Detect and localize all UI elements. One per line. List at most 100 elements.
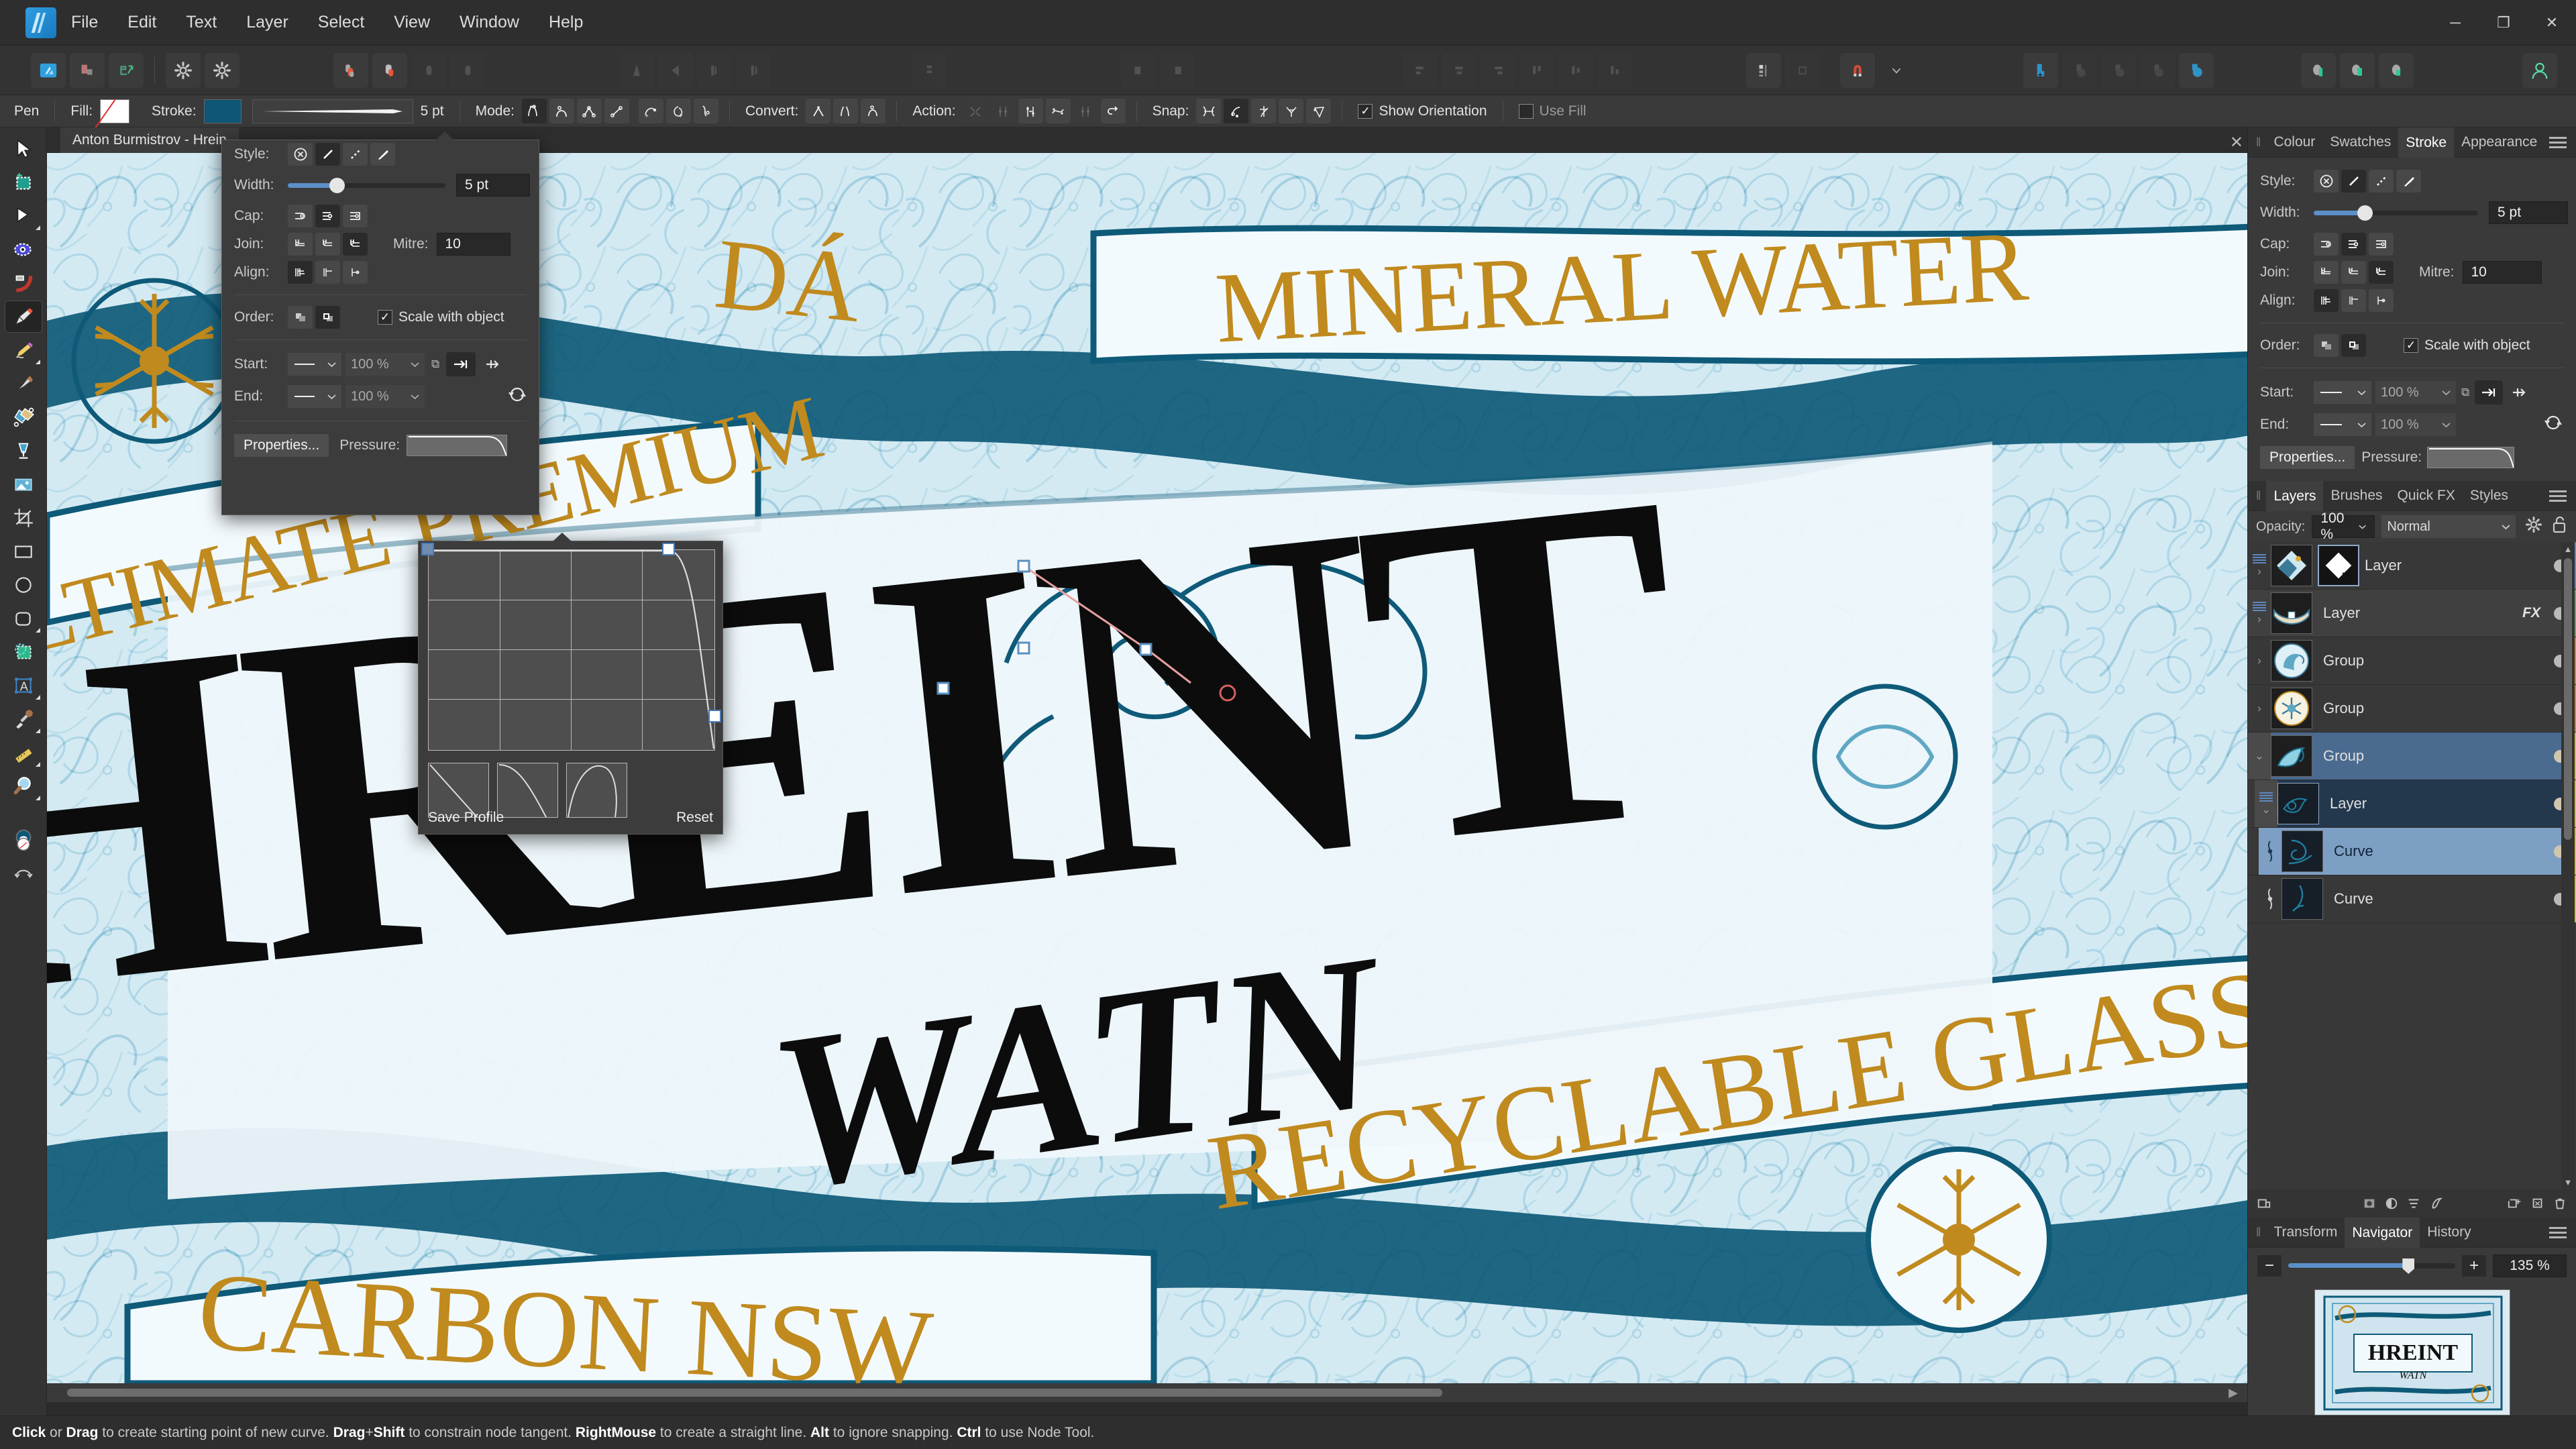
dock-align-outside-icon[interactable] xyxy=(2369,289,2394,312)
expander-arrow[interactable]: › xyxy=(2257,654,2261,667)
dashed-stroke-icon[interactable] xyxy=(343,143,368,166)
dock-butt-cap-icon[interactable] xyxy=(2314,233,2339,256)
layers-panel-menu-icon[interactable] xyxy=(2549,488,2567,504)
rounded-rectangle-tool[interactable] xyxy=(5,602,42,635)
popup-width-value[interactable]: 5 pt xyxy=(456,174,530,197)
navigator-panel-grip[interactable]: ‖ xyxy=(2248,1226,2266,1240)
dock-stroke-behind-icon[interactable] xyxy=(2314,334,2339,357)
layer-expander[interactable]: › xyxy=(2248,685,2271,732)
close-document-button[interactable]: ✕ xyxy=(2230,133,2243,152)
dock-pressure-preview[interactable] xyxy=(2427,447,2514,468)
dock-round-join-icon[interactable] xyxy=(2341,261,2366,284)
move-tool[interactable] xyxy=(5,133,42,165)
menu-select[interactable]: Select xyxy=(303,9,379,36)
end-cap-dropdown[interactable] xyxy=(288,385,341,408)
join-curves-icon[interactable] xyxy=(963,99,988,123)
reverse-curve-icon[interactable] xyxy=(1101,99,1126,123)
panel-grip[interactable]: ‖ xyxy=(2248,136,2266,150)
dock-arrow-through-icon[interactable] xyxy=(2506,380,2534,405)
horizontal-scroll-thumb[interactable] xyxy=(67,1389,1442,1397)
preferences-button[interactable] xyxy=(205,53,239,88)
pixel-persona-button[interactable] xyxy=(70,53,105,88)
convert-smart-icon[interactable] xyxy=(833,99,858,123)
place-image-tool[interactable] xyxy=(5,468,42,500)
colour-selector[interactable] xyxy=(5,818,42,861)
layer-expander[interactable]: › xyxy=(2248,542,2271,589)
dock-solid-stroke-icon[interactable] xyxy=(2341,170,2366,193)
show-orientation-checkbox[interactable]: ✓ xyxy=(1358,104,1373,119)
dock-miter-join-icon[interactable] xyxy=(2314,261,2339,284)
intersect-shapes-button[interactable] xyxy=(411,53,446,88)
add-node-icon[interactable]: + xyxy=(639,99,663,123)
add-shape-icon[interactable]: + xyxy=(666,99,691,123)
smart-mode-icon[interactable] xyxy=(549,99,574,123)
pencil-tool[interactable] xyxy=(5,334,42,366)
layer-expander[interactable]: ⌄ xyxy=(2248,733,2271,780)
zoom-out-button[interactable]: − xyxy=(2257,1255,2282,1277)
bevel-join-icon[interactable] xyxy=(343,233,368,256)
subtract-layer-button[interactable] xyxy=(2062,53,2097,88)
dock-scale-with-object-checkbox[interactable]: ✓ xyxy=(2404,338,2418,353)
document-tab[interactable]: Anton Burmistrov - Hrein xyxy=(60,127,239,153)
geometry-intersect-button[interactable] xyxy=(2379,53,2414,88)
split-curve-icon[interactable] xyxy=(1073,99,1098,123)
layers-scrollbar[interactable]: ▲ ▼ xyxy=(2561,542,2575,1189)
swap-ends-icon[interactable] xyxy=(508,385,527,408)
snap-geometry-icon[interactable] xyxy=(1251,99,1276,123)
opacity-value-field[interactable]: 100 % xyxy=(2312,515,2375,538)
butt-cap-icon[interactable] xyxy=(288,205,313,227)
layer-name[interactable]: Group xyxy=(2323,652,2554,669)
layer-fx-icon[interactable]: FX xyxy=(2522,605,2540,621)
curve-node-mid[interactable] xyxy=(662,543,675,555)
align-center-icon[interactable] xyxy=(288,261,313,284)
pressure-curve-popup[interactable]: Save Profile Reset xyxy=(418,541,723,835)
rotate-right-button[interactable] xyxy=(736,53,771,88)
dock-align-inside-icon[interactable] xyxy=(2341,289,2366,312)
move-front-button[interactable] xyxy=(1121,53,1156,88)
dock-width-slider[interactable] xyxy=(2314,211,2478,215)
layer-name[interactable]: Curve xyxy=(2334,890,2554,908)
popup-mitre-value[interactable]: 10 xyxy=(437,233,511,256)
distribute-button[interactable] xyxy=(912,53,947,88)
menu-text[interactable]: Text xyxy=(171,9,231,36)
crop-tool[interactable] xyxy=(5,502,42,534)
show-grid-button[interactable] xyxy=(1746,53,1781,88)
layer-name[interactable]: Group xyxy=(2323,700,2554,717)
rotate-left-button[interactable] xyxy=(697,53,732,88)
no-stroke-icon[interactable] xyxy=(288,143,313,166)
flip-vertical-button[interactable] xyxy=(658,53,693,88)
stroke-behind-icon[interactable] xyxy=(288,306,313,329)
snapping-magnet-button[interactable] xyxy=(1840,53,1875,88)
round-join-icon[interactable] xyxy=(315,233,340,256)
layer-name[interactable]: Layer xyxy=(2365,557,2554,574)
tab-styles[interactable]: Styles xyxy=(2463,481,2516,511)
dock-bevel-join-icon[interactable] xyxy=(2369,261,2394,284)
align-middle-button[interactable] xyxy=(1558,53,1593,88)
geometry-add-button[interactable] xyxy=(2301,53,2336,88)
navigator-panel-menu-icon[interactable] xyxy=(2549,1224,2567,1241)
dock-brush-stroke-icon[interactable] xyxy=(2396,170,2421,193)
tab-appearance[interactable]: Appearance xyxy=(2454,127,2544,158)
tab-brushes[interactable]: Brushes xyxy=(2323,481,2390,511)
square-cap-icon[interactable] xyxy=(343,205,368,227)
dock-end-cap-dropdown[interactable] xyxy=(2314,413,2371,436)
layer-name[interactable]: Curve xyxy=(2334,843,2554,860)
blend-icon[interactable] xyxy=(2427,1194,2445,1213)
stroke-front-icon[interactable] xyxy=(315,306,340,329)
align-top-button[interactable] xyxy=(1519,53,1554,88)
curve-icon[interactable] xyxy=(694,99,718,123)
dock-round-cap-icon[interactable] xyxy=(2341,233,2366,256)
vector-crop-tool[interactable] xyxy=(5,636,42,668)
layer-name[interactable]: Group xyxy=(2323,747,2554,765)
tab-stroke[interactable]: Stroke xyxy=(2398,127,2454,158)
dock-no-stroke-icon[interactable] xyxy=(2314,170,2339,193)
align-inside-icon[interactable] xyxy=(315,261,340,284)
dock-stroke-front-icon[interactable] xyxy=(2341,334,2366,357)
shape-builder-tool[interactable] xyxy=(5,401,42,433)
artistic-text-tool[interactable]: A xyxy=(5,669,42,702)
snap-curve-icon[interactable] xyxy=(1224,99,1248,123)
snapping-dropdown[interactable] xyxy=(1879,53,1914,88)
stroke-popup[interactable]: Style: Width: 5 pt Cap: Join: Mitre: 10 … xyxy=(221,140,539,515)
tab-transform[interactable]: Transform xyxy=(2266,1218,2345,1248)
horizontal-scrollbar[interactable]: ▶ xyxy=(47,1383,2253,1402)
